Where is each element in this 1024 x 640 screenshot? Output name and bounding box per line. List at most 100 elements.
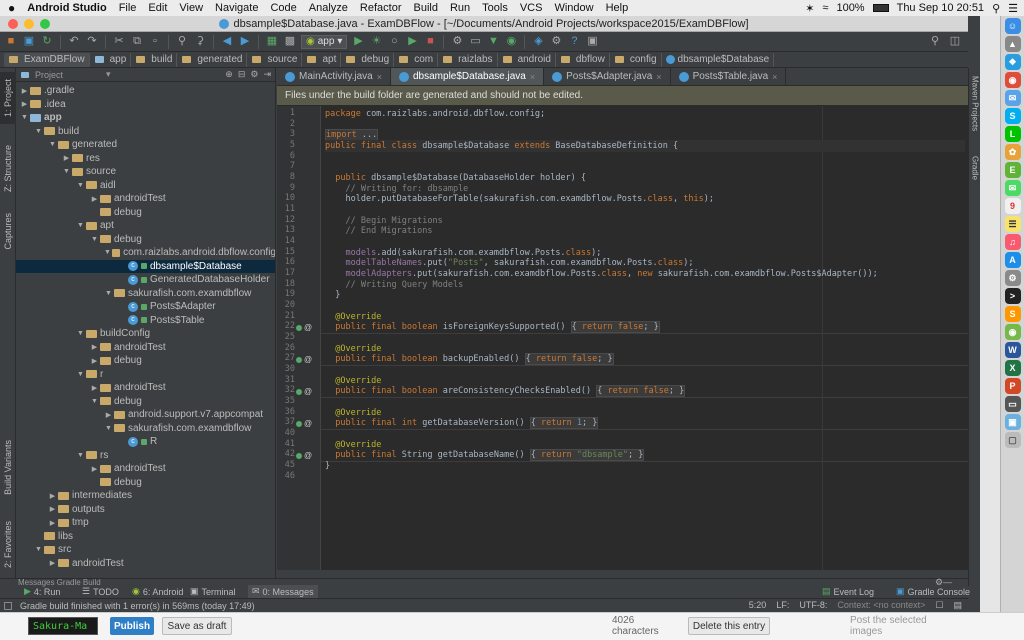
sdk-manager-icon[interactable]: ▼	[486, 35, 500, 49]
close-tab-icon[interactable]: ×	[530, 72, 535, 82]
safari-icon[interactable]: ❖	[1004, 54, 1021, 70]
tree-item[interactable]: c Posts$Table	[16, 314, 275, 328]
close-tab-icon[interactable]: ×	[772, 72, 777, 82]
project-structure-icon[interactable]: ◈	[531, 35, 545, 49]
menu-view[interactable]: View	[179, 2, 203, 14]
project-tool-tab[interactable]: 1: Project	[0, 72, 16, 124]
tree-item[interactable]: ▼ sakurafish.com.examdbflow	[16, 287, 275, 301]
line-separator[interactable]: LF:	[776, 600, 789, 611]
expand-arrow-down-icon[interactable]: ▼	[20, 114, 29, 121]
notes-icon[interactable]: ☰	[1004, 216, 1021, 232]
breadcrumb-item[interactable]: dbsample$Database	[662, 52, 775, 67]
replace-icon[interactable]: ⚳	[193, 35, 207, 49]
expand-arrow-down-icon[interactable]: ▼	[90, 398, 99, 405]
music-icon[interactable]: ♫	[1004, 234, 1021, 250]
bottom-tab[interactable]: ▶ 4: Run	[20, 585, 64, 598]
line-icon[interactable]: L	[1004, 126, 1021, 142]
tree-item[interactable]: ▶ tmp	[16, 516, 275, 530]
coverage-icon[interactable]: ▶	[405, 35, 419, 49]
expand-arrow-right-icon[interactable]: ▶	[48, 505, 57, 513]
app-store-icon[interactable]: A	[1004, 252, 1021, 268]
tree-item[interactable]: ▼ debug	[16, 395, 275, 409]
apply-changes-icon[interactable]: ⚙	[450, 35, 464, 49]
stop-icon[interactable]: ■	[423, 35, 437, 49]
expand-arrow-right-icon[interactable]: ▶	[20, 100, 29, 108]
expand-arrow-down-icon[interactable]: ▼	[104, 290, 113, 297]
tree-item[interactable]: ▶ androidTest	[16, 341, 275, 355]
expand-arrow-down-icon[interactable]: ▼	[76, 452, 85, 459]
tree-item[interactable]: ▶ androidTest	[16, 192, 275, 206]
tree-item[interactable]: ▶ androidTest	[16, 462, 275, 476]
code-line[interactable]	[325, 471, 965, 483]
tree-item[interactable]: ▼ sakurafish.com.examdbflow	[16, 422, 275, 436]
mail-icon[interactable]: ✉	[1004, 90, 1021, 106]
delete-entry-button[interactable]: Delete this entry	[688, 617, 770, 635]
override-gutter-icon[interactable]: @	[296, 387, 312, 396]
settings-icon[interactable]: ⚙	[1004, 270, 1021, 286]
expand-arrow-right-icon[interactable]: ▶	[62, 154, 71, 162]
attach-debugger-icon[interactable]: ○	[387, 35, 401, 49]
cut-icon[interactable]: ✂	[112, 35, 126, 49]
code-editor[interactable]: 1 2 3 5 6 7 8 9 10 11 12 13 14 15 16 17 18 19 20 21 22 @25 26 2…	[277, 106, 968, 570]
breadcrumb-item[interactable]: ExamDBFlow	[4, 52, 90, 67]
expand-arrow-right-icon[interactable]: ▶	[48, 492, 57, 500]
simulator-icon[interactable]: ▭	[1004, 396, 1021, 412]
expand-arrow-right-icon[interactable]: ▶	[20, 87, 29, 95]
paste-icon[interactable]: ▫	[148, 35, 162, 49]
expand-arrow-right-icon[interactable]: ▶	[48, 559, 57, 567]
publish-button[interactable]: Publish	[110, 617, 154, 635]
hide-panel-icon[interactable]: ⇥	[263, 69, 271, 80]
tree-item[interactable]: c dbsample$Database	[16, 259, 275, 273]
tree-item[interactable]: ▼ generated	[16, 138, 275, 152]
menu-build[interactable]: Build	[413, 2, 437, 14]
chrome-icon[interactable]: ◉	[1004, 72, 1021, 88]
expand-arrow-down-icon[interactable]: ▼	[90, 236, 99, 243]
tree-item[interactable]: ▼ build	[16, 125, 275, 139]
excel-icon[interactable]: X	[1004, 360, 1021, 376]
expand-arrow-right-icon[interactable]: ▶	[90, 343, 99, 351]
breadcrumb-item[interactable]: source	[247, 52, 303, 67]
android-monitor-icon[interactable]: ◉	[504, 35, 518, 49]
apple-icon[interactable]: ●	[8, 1, 15, 15]
breadcrumb-item[interactable]: build	[131, 52, 178, 67]
expand-arrow-down-icon[interactable]: ▼	[76, 371, 85, 378]
zoom-window-button[interactable]	[40, 19, 50, 29]
tree-item[interactable]: ▼ app	[16, 111, 275, 125]
save-draft-button[interactable]: Save as draft	[162, 617, 232, 635]
minimize-window-button[interactable]	[24, 19, 34, 29]
close-window-button[interactable]	[8, 19, 18, 29]
tree-item[interactable]: ▶ .gradle	[16, 84, 275, 98]
close-tab-icon[interactable]: ×	[377, 72, 382, 82]
bottom-tab[interactable]: ▣ Terminal	[186, 585, 240, 598]
collapse-all-icon[interactable]: ⊟	[238, 69, 246, 80]
android-studio-icon[interactable]: ◉	[1004, 324, 1021, 340]
tree-item[interactable]: libs	[16, 530, 275, 544]
expand-arrow-down-icon[interactable]: ▼	[34, 128, 43, 135]
wifi-icon[interactable]: ≈	[822, 2, 828, 14]
preview-icon[interactable]: ▣	[1004, 414, 1021, 430]
file-encoding[interactable]: UTF-8:	[799, 600, 827, 611]
evernote-icon[interactable]: E	[1004, 162, 1021, 178]
expand-arrow-down-icon[interactable]: ▼	[62, 168, 71, 175]
editor-tab[interactable]: dbsample$Database.java ×	[391, 68, 545, 85]
tree-item[interactable]: debug	[16, 206, 275, 220]
help-icon[interactable]: ?	[567, 35, 581, 49]
tree-item[interactable]: ▼ rs	[16, 449, 275, 463]
memory-icon[interactable]: ▤	[953, 600, 962, 611]
menu-help[interactable]: Help	[606, 2, 629, 14]
expand-arrow-down-icon[interactable]: ▼	[34, 546, 43, 553]
expand-arrow-down-icon[interactable]: ▼	[104, 249, 111, 256]
expand-arrow-down-icon[interactable]: ▼	[76, 182, 85, 189]
expand-arrow-right-icon[interactable]: ▶	[48, 519, 57, 527]
menu-window[interactable]: Window	[554, 2, 593, 14]
tree-item[interactable]: ▶ androidTest	[16, 381, 275, 395]
context-indicator[interactable]: Context: <no context>	[837, 600, 925, 611]
breadcrumb-item[interactable]: config	[610, 52, 662, 67]
tree-item[interactable]: ▼ source	[16, 165, 275, 179]
tree-item[interactable]: ▼ aidl	[16, 179, 275, 193]
status-message[interactable]: Gradle build finished with 1 error(s) in…	[20, 601, 255, 611]
editor-tab[interactable]: Posts$Table.java ×	[671, 68, 787, 85]
make-project-icon[interactable]: ▦	[265, 35, 279, 49]
project-view-selector[interactable]: Project ▾	[20, 69, 111, 80]
tree-item[interactable]: ▶ outputs	[16, 503, 275, 517]
